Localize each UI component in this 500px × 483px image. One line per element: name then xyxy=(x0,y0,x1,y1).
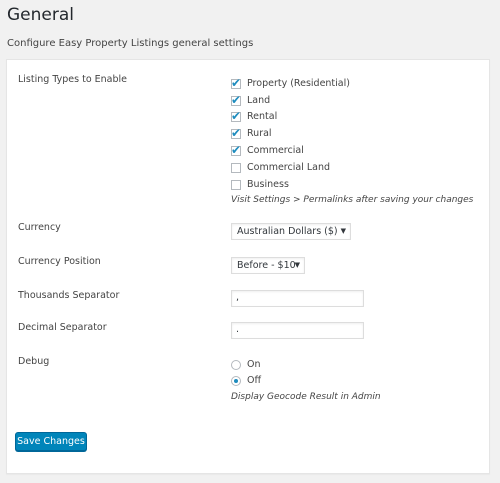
checkbox-business[interactable] xyxy=(231,179,241,190)
debug-option-on[interactable]: On xyxy=(231,358,261,371)
debug-hint: Display Geocode Result in Admin xyxy=(231,392,381,402)
permalinks-hint: Visit Settings > Permalinks after saving… xyxy=(231,195,474,205)
checkbox-label: Property (Residential) xyxy=(247,77,350,89)
radio-off[interactable] xyxy=(231,375,241,386)
thousands-separator-label: Thousands Separator xyxy=(18,290,120,301)
checkbox-commercial-land[interactable] xyxy=(231,162,241,173)
currency-select[interactable]: Australian Dollars ($) ▼ xyxy=(231,223,351,240)
checkbox-row-rural[interactable]: ✔ Rural xyxy=(231,125,272,140)
checkbox-row-commercial-land[interactable]: Commercial Land xyxy=(231,161,330,174)
save-changes-button[interactable]: Save Changes xyxy=(15,432,87,451)
decimal-separator-label: Decimal Separator xyxy=(18,322,107,333)
checkbox-property[interactable]: ✔ xyxy=(231,75,242,90)
checkbox-row-business[interactable]: Business xyxy=(231,178,289,191)
radio-label: On xyxy=(247,358,261,370)
checkbox-label: Commercial xyxy=(247,144,304,156)
listing-types-label: Listing Types to Enable xyxy=(18,74,128,85)
checkmark-icon: ✔ xyxy=(231,92,242,107)
currency-position-selected-value: Before - $10 xyxy=(237,260,296,271)
debug-option-off[interactable]: Off xyxy=(231,374,261,387)
checkbox-label: Business xyxy=(247,178,289,190)
checkbox-commercial[interactable]: ✔ xyxy=(231,142,242,157)
checkbox-row-rental[interactable]: ✔ Rental xyxy=(231,108,278,123)
checkbox-row-commercial[interactable]: ✔ Commercial xyxy=(231,142,304,157)
checkbox-row-land[interactable]: ✔ Land xyxy=(231,92,271,107)
page-description: Configure Easy Property Listings general… xyxy=(7,38,254,49)
checkmark-icon: ✔ xyxy=(231,125,242,140)
dropdown-arrow-icon: ▼ xyxy=(340,227,346,235)
decimal-separator-input[interactable]: . xyxy=(231,322,364,339)
checkbox-label: Commercial Land xyxy=(247,161,331,173)
radio-label: Off xyxy=(247,374,262,386)
currency-position-select[interactable]: Before - $10 ▼ xyxy=(231,257,305,274)
radio-selected-dot xyxy=(234,378,238,383)
checkbox-rural[interactable]: ✔ xyxy=(231,125,242,140)
checkbox-rental[interactable]: ✔ xyxy=(231,108,242,123)
checkbox-label: Land xyxy=(247,94,271,106)
checkmark-icon: ✔ xyxy=(231,75,242,90)
currency-label: Currency xyxy=(18,222,61,233)
checkbox-land[interactable]: ✔ xyxy=(231,92,242,107)
page-title: General xyxy=(7,5,74,25)
dropdown-arrow-icon: ▼ xyxy=(294,261,300,269)
checkbox-row-property[interactable]: ✔ Property (Residential) xyxy=(231,75,350,90)
thousands-separator-input[interactable]: , xyxy=(231,290,364,307)
debug-label: Debug xyxy=(18,356,50,367)
checkmark-icon: ✔ xyxy=(231,108,242,123)
checkmark-icon: ✔ xyxy=(231,142,242,157)
currency-position-label: Currency Position xyxy=(18,256,101,267)
checkbox-label: Rental xyxy=(247,110,278,122)
checkbox-label: Rural xyxy=(247,127,272,139)
radio-on[interactable] xyxy=(231,359,241,370)
currency-selected-value: Australian Dollars ($) xyxy=(237,226,338,237)
